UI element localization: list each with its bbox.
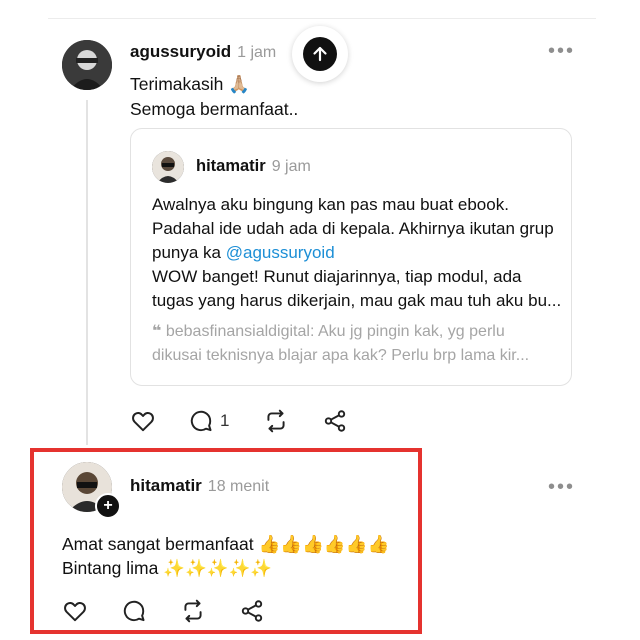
quote-mark-icon: ❝ [152, 323, 162, 340]
share-icon [322, 408, 348, 434]
quoted-header: hitamatir 9 jam [196, 157, 311, 176]
post-more-icon[interactable]: ••• [548, 40, 575, 63]
quoted-text-line-1: Awalnya aku bingung kan pas mau buat ebo… [152, 195, 509, 214]
reply-count: 1 [220, 411, 230, 430]
post-author-username[interactable]: agussuryoid [130, 42, 231, 61]
scroll-to-top-button[interactable] [292, 26, 348, 82]
post-text-line-2: Semoga bermanfaat.. [130, 99, 299, 119]
post-text-line-1: Terimakasih 🙏🏼 [130, 74, 251, 94]
post-share-button[interactable] [322, 408, 348, 434]
highlight-box [30, 448, 422, 634]
nested-quote-line-2: dikusai teknisnya blajar apa kak? Perlu … [152, 347, 530, 364]
quoted-text-line-4: WOW banget! Runut diajarinnya, tiap modu… [152, 267, 522, 286]
post-reply-button[interactable]: 1 [188, 408, 229, 434]
quoted-timestamp: 9 jam [271, 158, 311, 175]
quoted-text-prefix: punya ka [152, 243, 226, 262]
repost-icon [263, 408, 289, 434]
top-divider [48, 18, 596, 19]
post-repost-button[interactable] [263, 408, 289, 434]
comment-bubble-icon [188, 408, 214, 434]
thread-connector-line [86, 100, 88, 445]
post-like-button[interactable] [130, 408, 156, 434]
post-header: agussuryoid 1 jam [130, 42, 276, 62]
post-timestamp: 1 jam [237, 44, 277, 61]
reply-more-icon[interactable]: ••• [548, 476, 575, 499]
nested-quote-line-1: ❝ bebasfinansialdigital: Aku jg pingin k… [152, 320, 505, 344]
mention-link[interactable]: @agussuryoid [226, 243, 335, 262]
heart-icon [130, 408, 156, 434]
quoted-text-line-2: Padahal ide udah ada di kepala. Akhirnya… [152, 219, 554, 238]
quoted-author-username[interactable]: hitamatir [196, 157, 266, 175]
quoted-author-avatar[interactable] [152, 151, 184, 183]
post-author-avatar[interactable] [62, 40, 112, 90]
quoted-text-line-5: tugas yang harus dikerjain, mau gak mau … [152, 291, 562, 310]
quoted-text-line-3: punya ka @agussuryoid [152, 241, 335, 266]
nested-quote-text-1: bebasfinansialdigital: Aku jg pingin kak… [165, 323, 505, 340]
arrow-up-icon [303, 37, 337, 71]
